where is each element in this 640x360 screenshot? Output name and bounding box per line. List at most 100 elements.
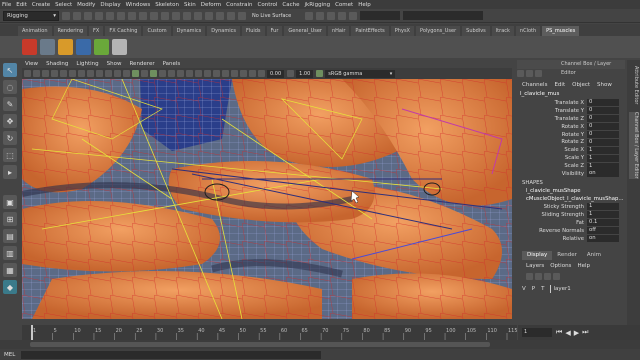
channel-value[interactable]: 0 [587,107,619,115]
channel-row[interactable]: Visibility on [517,170,625,178]
select-tool-icon[interactable]: ↖ [3,63,17,77]
color-management-icon[interactable] [316,70,324,77]
select-component-icon[interactable] [139,11,147,20]
channel-value[interactable]: 1 [587,154,619,162]
undo-icon[interactable] [95,11,103,20]
channel-value[interactable]: 1 [587,162,619,170]
move-tool-icon[interactable]: ✥ [3,114,17,128]
layer-row[interactable]: V P T layer1 [522,284,622,294]
step-forward-icon[interactable]: ⏭ [582,328,588,337]
xray-joints-icon[interactable] [168,70,175,77]
shelf-tab-general-user[interactable]: General_User [284,26,326,36]
render-icon[interactable] [316,11,325,20]
menu-deform[interactable]: Deform [201,2,221,8]
rotate-tool-icon[interactable]: ↻ [3,131,17,145]
command-input[interactable] [21,350,322,359]
live-surface-icon[interactable] [238,11,246,20]
image-plane-icon[interactable] [51,70,58,77]
attribute-row[interactable]: Sticky Strength 1 [517,203,625,211]
command-language-label[interactable]: MEL [4,352,15,358]
menu-comet[interactable]: Comet [335,2,353,8]
attribute-value[interactable]: 1 [587,203,619,211]
shelf-tab-nhair[interactable]: nHair [327,26,350,36]
safe-title-icon[interactable] [114,70,121,77]
shelf-tab-ltrack[interactable]: ltrack [491,26,514,36]
menu-modify[interactable]: Modify [77,2,95,8]
input-field[interactable] [360,11,401,20]
panel-menu-shading[interactable]: Shading [46,61,68,67]
menu-edit[interactable]: Edit [16,2,27,8]
exposure-field[interactable]: 0.00 [267,69,285,78]
channel-value[interactable]: 0 [587,131,619,138]
channel-box-mode-icon[interactable] [526,70,533,77]
shelf-tab-subdivs[interactable]: Subdivs [462,26,490,36]
flat-shade-icon[interactable] [141,70,148,77]
film-gate-icon[interactable] [69,70,76,77]
side-tab-attribute-editor[interactable]: Attribute Editor [629,66,639,104]
shelf-tab-animation[interactable]: Animation [18,26,52,36]
shelf-tool-icon[interactable] [22,39,37,55]
safe-action-icon[interactable] [105,70,112,77]
layer-visibility-toggle[interactable]: V [522,286,526,292]
shelf-tab-fur[interactable]: Fur [266,26,283,36]
cb-menu-edit[interactable]: Edit [554,82,565,88]
menu-display[interactable]: Display [100,2,120,8]
select-hierarchy-icon[interactable] [117,11,125,20]
scale-tool-icon[interactable]: ⬚ [3,148,17,162]
resolution-gate-icon[interactable] [78,70,85,77]
menuset-dropdown[interactable]: Rigging ▾ [3,10,59,21]
gate-mask-icon[interactable] [87,70,94,77]
panel-menu-view[interactable]: View [25,61,38,67]
move-layer-down-icon[interactable] [535,273,542,280]
pick-mask-icon[interactable] [183,11,191,20]
cb-menu-channels[interactable]: Channels [522,82,547,88]
shelf-tool-icon[interactable] [58,39,73,55]
shelf-tab-fx-caching[interactable]: FX Caching [105,26,142,36]
shelf-tab-dynamics[interactable]: Dynamics [172,26,206,36]
shelf-tab-rendering[interactable]: Rendering [53,26,88,36]
play-icon[interactable]: ▶ [574,329,579,337]
attribute-value[interactable]: 0.1 [587,219,619,227]
lasso-tool-icon[interactable]: ◌ [3,80,17,94]
camera-icon[interactable] [24,70,31,77]
shelf-tab-polygons-user[interactable]: Polygons_User [415,26,461,36]
field-chart-icon[interactable] [96,70,103,77]
current-time-marker[interactable] [31,325,33,340]
ipr-render-icon[interactable] [327,11,336,20]
menu-windows[interactable]: Windows [126,2,151,8]
muscle-object-node-name[interactable]: cMuscleObject_l_clavicle_musShap... [526,196,623,202]
channel-row[interactable]: Translate Y0 [517,107,625,115]
open-scene-icon[interactable] [73,11,81,20]
grid-icon[interactable] [60,70,67,77]
layout-single-icon[interactable]: ▣ [3,195,17,209]
quick-select-field[interactable] [403,11,484,20]
shelf-tab-fluids[interactable]: Fluids [241,26,265,36]
channel-value[interactable]: 0 [587,123,619,131]
channel-value[interactable]: 0 [587,99,619,107]
depth-of-field-icon[interactable] [231,70,238,77]
layer-menu-options[interactable]: Options [550,263,571,269]
gamma-icon[interactable] [287,70,295,77]
channel-value[interactable]: on [587,170,619,178]
wireframe-on-shaded-icon[interactable] [150,70,157,77]
tab-anim[interactable]: Anim [582,251,606,260]
layout-side-icon[interactable]: ▤ [3,229,17,243]
ssao-icon[interactable] [204,70,211,77]
panel-menu-renderer[interactable]: Renderer [129,61,154,67]
channel-value[interactable]: 0 [587,115,619,123]
channel-row[interactable]: Rotate Y0 [517,131,625,139]
panel-menu-lighting[interactable]: Lighting [76,61,98,67]
menu-constrain[interactable]: Constrain [226,2,252,8]
channel-row[interactable]: Rotate Z0 [517,138,625,146]
cb-menu-show[interactable]: Show [597,82,612,88]
layout-outliner-icon[interactable]: ▥ [3,246,17,260]
menu-skeleton[interactable]: Skeleton [155,2,179,8]
bookmark-icon[interactable] [42,70,49,77]
camera-attributes-icon[interactable] [33,70,40,77]
new-scene-icon[interactable] [62,11,70,20]
shelf-tab-physx[interactable]: PhysX [390,26,414,36]
lights-icon[interactable] [186,70,193,77]
attribute-row[interactable]: Reverse Normals off [517,227,625,235]
shelf-tool-icon[interactable] [94,39,109,55]
layer-menu-layers[interactable]: Layers [526,263,544,269]
